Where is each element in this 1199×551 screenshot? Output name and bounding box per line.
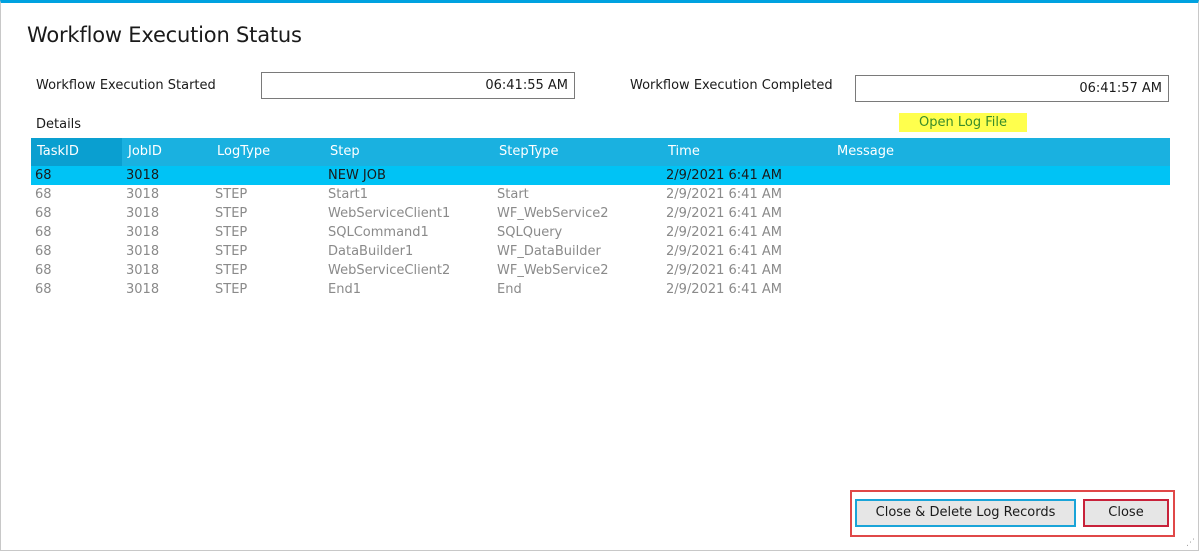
table-row[interactable]: 68 3018 STEP DataBuilder1 WF_DataBuilder… [31, 242, 1170, 261]
table-row[interactable]: 68 3018 STEP Start1 Start 2/9/2021 6:41 … [31, 185, 1170, 204]
resize-grip-icon[interactable]: ⋰ [1186, 538, 1196, 548]
cell-logtype: STEP [215, 225, 248, 240]
cell-time: 2/9/2021 6:41 AM [666, 263, 782, 278]
cell-step: DataBuilder1 [328, 244, 414, 259]
workflow-status-window: Workflow Execution Status Workflow Execu… [0, 0, 1199, 551]
cell-step: WebServiceClient2 [328, 263, 451, 278]
cell-steptype: WF_WebService2 [497, 206, 609, 221]
table-row[interactable]: 68 3018 STEP WebServiceClient2 WF_WebSer… [31, 261, 1170, 280]
cell-time: 2/9/2021 6:41 AM [666, 187, 782, 202]
cell-taskid: 68 [35, 225, 52, 240]
cell-jobid: 3018 [126, 244, 160, 259]
open-log-file-link[interactable]: Open Log File [899, 113, 1027, 132]
column-header-message[interactable]: Message [837, 138, 894, 166]
cell-logtype: STEP [215, 244, 248, 259]
cell-step: NEW JOB [328, 168, 386, 183]
column-header-jobid[interactable]: JobID [128, 138, 162, 166]
cell-time: 2/9/2021 6:41 AM [666, 282, 782, 297]
cell-taskid: 68 [35, 168, 52, 183]
close-delete-log-records-button[interactable]: Close & Delete Log Records [855, 499, 1076, 527]
completed-field[interactable]: 06:41:57 AM [855, 75, 1169, 102]
cell-step: End1 [328, 282, 361, 297]
cell-jobid: 3018 [126, 168, 160, 183]
cell-taskid: 68 [35, 206, 52, 221]
cell-jobid: 3018 [126, 206, 160, 221]
cell-taskid: 68 [35, 187, 52, 202]
details-label: Details [36, 117, 82, 132]
cell-step: Start1 [328, 187, 369, 202]
window-title: Workflow Execution Status [27, 23, 302, 47]
cell-time: 2/9/2021 6:41 AM [666, 225, 782, 240]
cell-steptype: Start [497, 187, 529, 202]
cell-jobid: 3018 [126, 225, 160, 240]
cell-step: WebServiceClient1 [328, 206, 451, 221]
cell-taskid: 68 [35, 263, 52, 278]
cell-step: SQLCommand1 [328, 225, 429, 240]
cell-jobid: 3018 [126, 263, 160, 278]
cell-steptype: WF_WebService2 [497, 263, 609, 278]
column-header-taskid[interactable]: TaskID [37, 138, 79, 166]
column-header-steptype[interactable]: StepType [499, 138, 558, 166]
cell-jobid: 3018 [126, 282, 160, 297]
close-button[interactable]: Close [1083, 499, 1169, 527]
cell-jobid: 3018 [126, 187, 160, 202]
table-row[interactable]: 68 3018 NEW JOB 2/9/2021 6:41 AM [31, 166, 1170, 185]
cell-time: 2/9/2021 6:41 AM [666, 168, 782, 183]
cell-steptype: WF_DataBuilder [497, 244, 601, 259]
table-row[interactable]: 68 3018 STEP End1 End 2/9/2021 6:41 AM [31, 280, 1170, 299]
table-row[interactable]: 68 3018 STEP WebServiceClient1 WF_WebSer… [31, 204, 1170, 223]
cell-steptype: End [497, 282, 522, 297]
started-label: Workflow Execution Started [36, 78, 216, 93]
grid-header: TaskID JobID LogType Step StepType Time … [31, 138, 1170, 166]
cell-time: 2/9/2021 6:41 AM [666, 206, 782, 221]
table-row[interactable]: 68 3018 STEP SQLCommand1 SQLQuery 2/9/20… [31, 223, 1170, 242]
cell-logtype: STEP [215, 282, 248, 297]
column-header-time[interactable]: Time [668, 138, 700, 166]
cell-logtype: STEP [215, 263, 248, 278]
started-field[interactable]: 06:41:55 AM [261, 72, 575, 99]
completed-label: Workflow Execution Completed [630, 78, 833, 93]
cell-logtype: STEP [215, 187, 248, 202]
cell-taskid: 68 [35, 282, 52, 297]
column-header-logtype[interactable]: LogType [217, 138, 270, 166]
column-header-step[interactable]: Step [330, 138, 360, 166]
button-group-highlight: Close & Delete Log Records Close [850, 490, 1175, 537]
cell-taskid: 68 [35, 244, 52, 259]
cell-time: 2/9/2021 6:41 AM [666, 244, 782, 259]
log-grid[interactable]: TaskID JobID LogType Step StepType Time … [31, 138, 1170, 299]
cell-logtype: STEP [215, 206, 248, 221]
cell-steptype: SQLQuery [497, 225, 563, 240]
